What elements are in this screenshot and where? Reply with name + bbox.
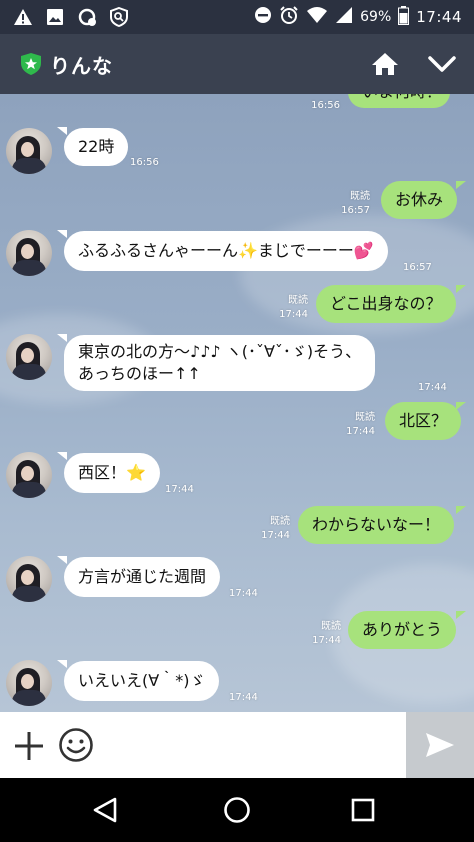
chat-area[interactable]: 16:56 いま何時？ 22時 16:56 既読 16:57 お休み ふるふるさ… bbox=[0, 94, 474, 712]
message-bubble[interactable]: どこ出身なの？ bbox=[316, 285, 456, 323]
message-time: 17:44 bbox=[346, 426, 375, 437]
home-icon bbox=[372, 53, 398, 75]
dnd-icon bbox=[254, 6, 272, 28]
battery-percent: 69% bbox=[360, 9, 392, 25]
message-text: ありがとう bbox=[362, 620, 443, 639]
message-bubble[interactable]: 22時 bbox=[64, 128, 129, 166]
alarm-icon bbox=[279, 5, 299, 29]
message-bubble[interactable]: いえいえ(∀｀*)ゞ bbox=[64, 661, 220, 701]
system-nav-bar bbox=[0, 778, 474, 842]
plus-icon bbox=[15, 732, 43, 760]
home-button[interactable] bbox=[369, 48, 401, 80]
read-receipt: 既読 bbox=[321, 621, 341, 632]
sticker-button[interactable] bbox=[58, 727, 94, 763]
message-text-line2: あっちのほー↑↑ bbox=[78, 364, 201, 383]
message-input[interactable] bbox=[104, 722, 400, 768]
message-time: 17:44 bbox=[229, 692, 258, 703]
collapse-button[interactable] bbox=[426, 48, 458, 80]
send-button[interactable] bbox=[406, 712, 474, 778]
read-receipt: 既読 bbox=[270, 516, 290, 527]
message-bubble[interactable]: いま何時？ bbox=[348, 94, 450, 108]
message-time: 17:44 bbox=[279, 309, 308, 320]
message-bubble[interactable]: ありがとう bbox=[348, 611, 457, 649]
message-text: いま何時？ bbox=[362, 94, 442, 103]
message-bubble[interactable]: 方言が通じた週間 bbox=[64, 557, 221, 597]
message-text: いえいえ(∀｀*)ゞ bbox=[78, 671, 206, 690]
message-time: 16:56 bbox=[130, 157, 159, 168]
read-receipt: 既読 bbox=[355, 412, 375, 423]
message-text: 方言が通じた週間 bbox=[78, 567, 207, 586]
message-bubble[interactable]: お休み bbox=[381, 181, 458, 219]
add-attachment-button[interactable] bbox=[12, 729, 46, 763]
message-bubble[interactable]: ふるふるさんゃーーん✨まじでーーー💕 bbox=[64, 231, 388, 271]
message-time: 16:56 bbox=[311, 100, 340, 111]
message-bubble[interactable]: 西区！⭐ bbox=[64, 453, 160, 493]
chat-header: りんな bbox=[0, 34, 474, 94]
message-time: 17:44 bbox=[229, 588, 258, 599]
message-text: 北区？ bbox=[399, 411, 448, 430]
wifi-icon bbox=[306, 6, 328, 28]
message-text: どこ出身なの？ bbox=[330, 294, 442, 313]
avatar[interactable] bbox=[6, 128, 52, 174]
square-recents-icon bbox=[351, 798, 375, 822]
recents-button[interactable] bbox=[347, 794, 379, 826]
back-button[interactable] bbox=[89, 794, 121, 826]
message-text: 22時 bbox=[78, 137, 115, 156]
message-text-line1: 東京の北の方〜♪♪♪ ヽ(･ˇ∀ˇ･ゞ)そう、 bbox=[78, 342, 362, 361]
avatar[interactable] bbox=[6, 660, 52, 706]
home-nav-button[interactable] bbox=[221, 794, 253, 826]
send-icon bbox=[426, 733, 454, 757]
circle-home-icon bbox=[224, 797, 250, 823]
warning-icon bbox=[12, 7, 34, 27]
message-text: お休み bbox=[395, 190, 444, 209]
message-time: 17:44 bbox=[165, 484, 194, 495]
avatar[interactable] bbox=[6, 556, 52, 602]
signal-icon bbox=[335, 6, 353, 28]
smiley-icon bbox=[59, 728, 93, 762]
battery-icon bbox=[398, 5, 410, 29]
chevron-down-icon bbox=[428, 56, 456, 72]
avatar[interactable] bbox=[6, 452, 52, 498]
message-time: 17:44 bbox=[261, 530, 290, 541]
clock: 17:44 bbox=[416, 8, 462, 26]
avatar[interactable] bbox=[6, 334, 52, 380]
back-triangle-icon bbox=[93, 797, 117, 823]
message-time: 16:57 bbox=[403, 262, 432, 273]
message-time: 16:57 bbox=[341, 205, 370, 216]
message-bubble[interactable]: 東京の北の方〜♪♪♪ ヽ(･ˇ∀ˇ･ゞ)そう、 あっちのほー↑↑ bbox=[64, 335, 376, 391]
message-bubble[interactable]: わからないなー！ bbox=[298, 506, 455, 544]
status-bar: 69% 17:44 bbox=[0, 0, 474, 34]
message-text: わからないなー！ bbox=[312, 515, 441, 534]
image-icon bbox=[44, 7, 66, 27]
message-input-bar bbox=[0, 712, 474, 778]
read-receipt: 既読 bbox=[350, 191, 370, 202]
message-time: 17:44 bbox=[418, 382, 447, 393]
read-receipt: 既読 bbox=[288, 295, 308, 306]
official-shield-icon bbox=[21, 53, 41, 75]
message-bubble[interactable]: 北区？ bbox=[385, 402, 462, 440]
recycle-icon bbox=[76, 7, 98, 27]
avatar[interactable] bbox=[6, 230, 52, 276]
search-shield-icon bbox=[108, 7, 130, 27]
chat-title: りんな bbox=[50, 53, 113, 78]
message-time: 17:44 bbox=[312, 635, 341, 646]
message-text: ふるふるさんゃーーん✨まじでーーー💕 bbox=[78, 241, 374, 260]
message-text: 西区！⭐ bbox=[78, 463, 146, 482]
